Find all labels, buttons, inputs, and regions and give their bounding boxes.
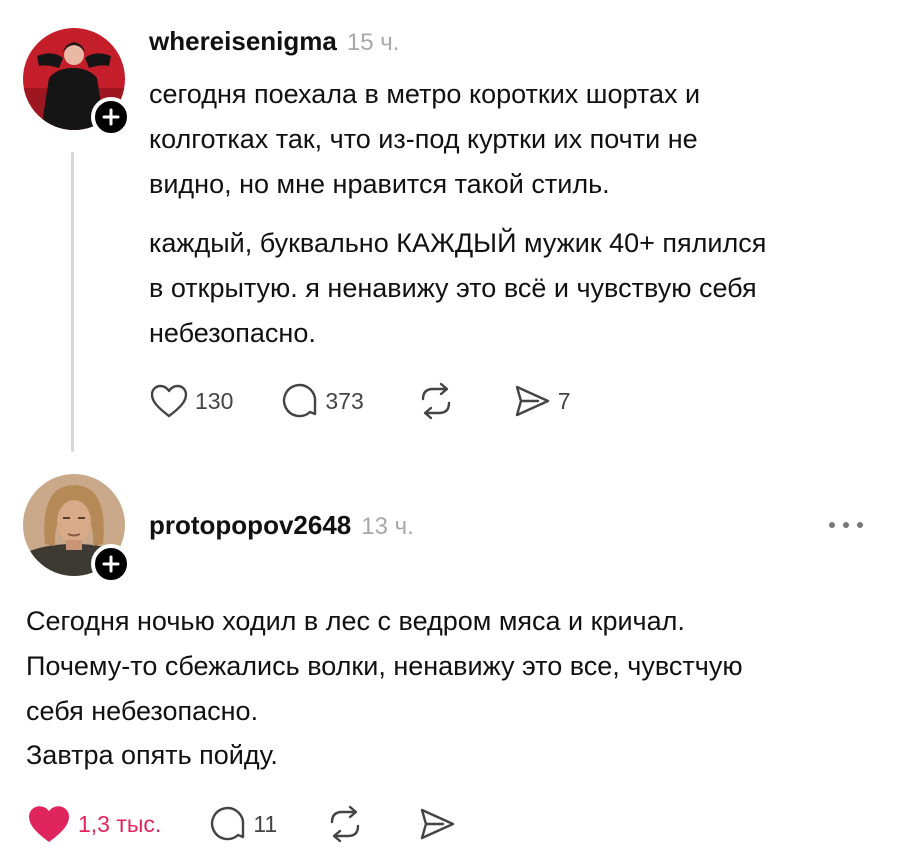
post-whereisenigma: whereisenigma 15 ч. сегодня поехала в ме… — [0, 0, 900, 460]
comment-count: 11 — [253, 810, 278, 837]
text-line: Сегодня ночью ходил в лес с ведром мяса … — [26, 606, 685, 636]
heart-icon — [29, 806, 69, 842]
post-time: 15 ч. — [346, 29, 400, 56]
repost-button[interactable] — [416, 382, 456, 420]
share-button[interactable]: 7 — [512, 383, 571, 419]
plus-icon — [102, 108, 120, 126]
comment-button[interactable]: 373 — [279, 382, 364, 420]
send-icon — [515, 385, 549, 417]
thread-line — [71, 152, 74, 452]
share-count: 7 — [557, 387, 571, 414]
text-line: в открытую. я ненавижу это всё и чувству… — [149, 273, 757, 303]
comment-count: 373 — [325, 387, 364, 414]
post-paragraph: Сегодня ночью ходил в лес с ведром мяса … — [26, 599, 743, 734]
comment-bubble-icon — [211, 806, 245, 841]
post-paragraph: каждый, буквально КАЖДЫЙ мужик 40+ пялил… — [149, 221, 766, 356]
repost-icon — [331, 805, 360, 843]
username[interactable]: whereisenigma — [149, 26, 337, 57]
text-line: видно, но мне нравится такой стиль. — [149, 169, 610, 199]
post-protopopov2648: protopopov2648 13 ч. Сегодня ночью ходил… — [0, 460, 900, 864]
post-header: protopopov2648 13 ч. — [149, 510, 414, 541]
text-line: колготках так, что из-под куртки их почт… — [149, 124, 698, 154]
heart-icon — [150, 384, 188, 418]
follow-button[interactable] — [91, 544, 131, 584]
text-line: Почему-то сбежались волки, ненавижу это … — [26, 651, 743, 681]
text-line: себя небезопасно. — [26, 696, 259, 726]
like-button[interactable]: 130 — [149, 383, 233, 419]
post-actions: 1,3 тыс. 11 — [26, 804, 457, 844]
post-paragraph: Завтра опять пойду. — [26, 733, 278, 778]
like-count: 130 — [195, 387, 234, 414]
post-actions: 130 373 7 — [149, 381, 571, 421]
comment-bubble-icon — [283, 383, 317, 418]
post-header: whereisenigma 15 ч. — [149, 26, 399, 57]
like-button[interactable]: 1,3 тыс. — [26, 804, 161, 844]
like-count: 1,3 тыс. — [78, 810, 162, 837]
repost-icon — [421, 382, 450, 420]
follow-button[interactable] — [91, 97, 131, 137]
repost-button[interactable] — [325, 805, 365, 843]
plus-icon — [102, 555, 120, 573]
comment-button[interactable]: 11 — [207, 805, 277, 843]
text-line: небезопасно. — [149, 318, 316, 348]
more-dots-icon — [829, 522, 863, 528]
text-line: каждый, буквально КАЖДЫЙ мужик 40+ пялил… — [149, 228, 767, 258]
text-line: Завтра опять пойду. — [26, 740, 278, 770]
send-icon — [421, 808, 455, 840]
post-paragraph: сегодня поехала в метро коротких шортах … — [149, 72, 700, 207]
username[interactable]: protopopov2648 — [149, 510, 351, 541]
share-button[interactable] — [417, 806, 457, 842]
more-button[interactable] — [822, 514, 870, 536]
post-time: 13 ч. — [361, 513, 414, 540]
text-line: сегодня поехала в метро коротких шортах … — [149, 79, 701, 109]
